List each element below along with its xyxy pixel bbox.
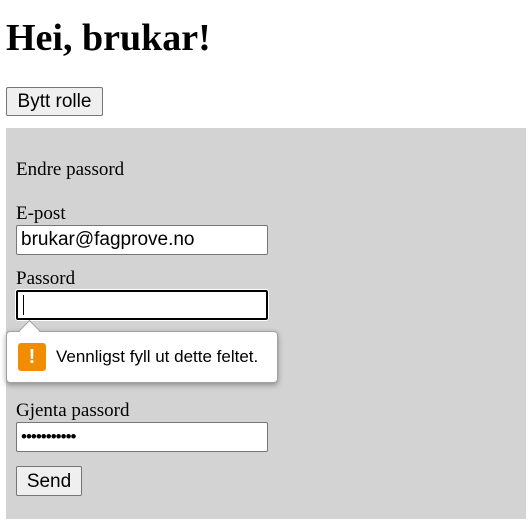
password-field[interactable]: [15, 289, 269, 321]
password-label: Passord: [16, 268, 76, 289]
page-title: Hei, brukar!: [6, 17, 211, 59]
repeat-password-field[interactable]: •••••••••••: [16, 422, 268, 452]
warning-icon: !: [18, 343, 46, 371]
repeat-password-label: Gjenta passord: [16, 400, 130, 421]
email-field[interactable]: brukar@fagprove.no: [16, 225, 268, 255]
tooltip-message: Vennligst fyll ut dette feltet.: [56, 347, 259, 366]
validation-tooltip: ! Vennligst fyll ut dette feltet.: [6, 319, 278, 383]
switch-role-button[interactable]: Bytt rolle: [6, 87, 103, 116]
text-caret: [23, 295, 24, 315]
send-button[interactable]: Send: [16, 466, 82, 496]
form-heading: Endre passord: [16, 159, 125, 180]
email-value: brukar@fagprove.no: [21, 229, 195, 250]
email-label: E-post: [16, 203, 66, 224]
change-password-panel: Endre passord E-post brukar@fagprove.no …: [6, 128, 526, 519]
repeat-password-value: •••••••••••: [21, 427, 76, 446]
